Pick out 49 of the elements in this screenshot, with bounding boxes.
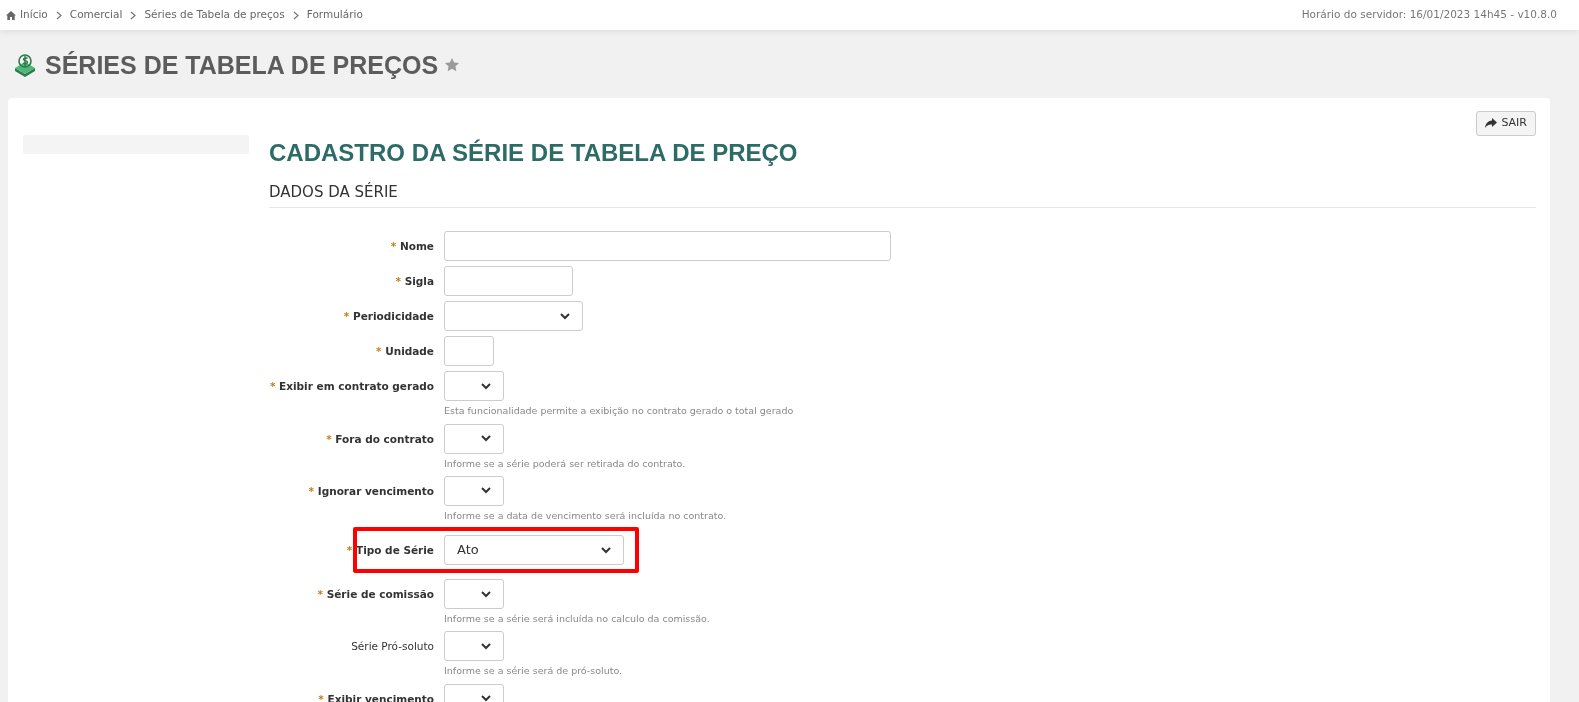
home-icon [6, 10, 16, 20]
dropdown-field[interactable] [444, 423, 504, 454]
chevron-down-icon [481, 590, 491, 598]
chevron-down-icon [560, 312, 570, 320]
field-label: Série Pró-soluto [350, 639, 435, 655]
field-hint: Informe se a série será incluída no calculo da comissão. [444, 612, 710, 627]
breadcrumb-link[interactable]: Séries de Tabela de preços [144, 7, 285, 23]
breadcrumb-link[interactable]: Comercial [69, 7, 123, 23]
chevron-down-icon [601, 546, 611, 554]
chevron-down-icon [481, 642, 491, 650]
field-hint: Informe se a série poderá ser retirada do contrato. [444, 456, 686, 471]
share-arrow-icon [1485, 118, 1498, 129]
input-field[interactable] [444, 266, 573, 297]
field-hint: Esta funcionalidade permite a exibição no contrato gerado o total gerado [444, 404, 794, 419]
dropdown-field[interactable] [444, 301, 583, 332]
breadcrumb-link[interactable]: Formulário [306, 7, 363, 23]
field-label: * Unidade [375, 344, 435, 360]
field-label: * Tipo de Série [345, 543, 435, 559]
field-hint: Informe se a série será de pró-soluto. [444, 664, 623, 679]
field-label: * Série de comissão [316, 587, 435, 603]
field-label: * Ignorar vencimento [307, 483, 435, 499]
chevron-down-icon [481, 435, 491, 443]
field-label: * Fora do contrato [325, 431, 435, 447]
field-label: * Exibir em contrato gerado [268, 379, 435, 395]
chevron-down-icon [481, 695, 491, 702]
page-title: SÉRIES DE TABELA DE PREÇOS [45, 50, 439, 80]
dropdown-field[interactable] [444, 631, 504, 662]
field-hint: Informe se a data de vencimento será incluída no contrato. [444, 508, 727, 523]
field-label: * Exibir vencimento [317, 691, 435, 702]
dropdown-field[interactable]: Ato [444, 535, 624, 566]
dropdown-field[interactable] [444, 371, 504, 402]
money-icon [13, 53, 37, 77]
field-label: * Sigla [394, 274, 435, 290]
dropdown-field[interactable] [444, 475, 504, 506]
chevron-right-icon [130, 10, 137, 20]
input-field[interactable] [444, 336, 494, 367]
field-label: * Nome [389, 239, 435, 255]
chevron-right-icon [292, 10, 299, 20]
chevron-right-icon [55, 10, 62, 20]
chevron-down-icon [481, 487, 491, 495]
field-label: * Periodicidade [342, 309, 435, 325]
form-title: CADASTRO DA SÉRIE DE TABELA DE PREÇO [269, 138, 799, 168]
dropdown-field[interactable] [444, 579, 504, 610]
server-time: Horário do servidor: 16/01/2023 14h45 - v10.8.0 [1301, 7, 1557, 23]
breadcrumb-link[interactable]: Início [6, 7, 48, 23]
chevron-down-icon [481, 382, 491, 390]
section-title: DADOS DA SÉRIE [269, 183, 1536, 209]
exit-button[interactable]: SAIR [1476, 111, 1536, 136]
input-field[interactable] [444, 231, 891, 262]
